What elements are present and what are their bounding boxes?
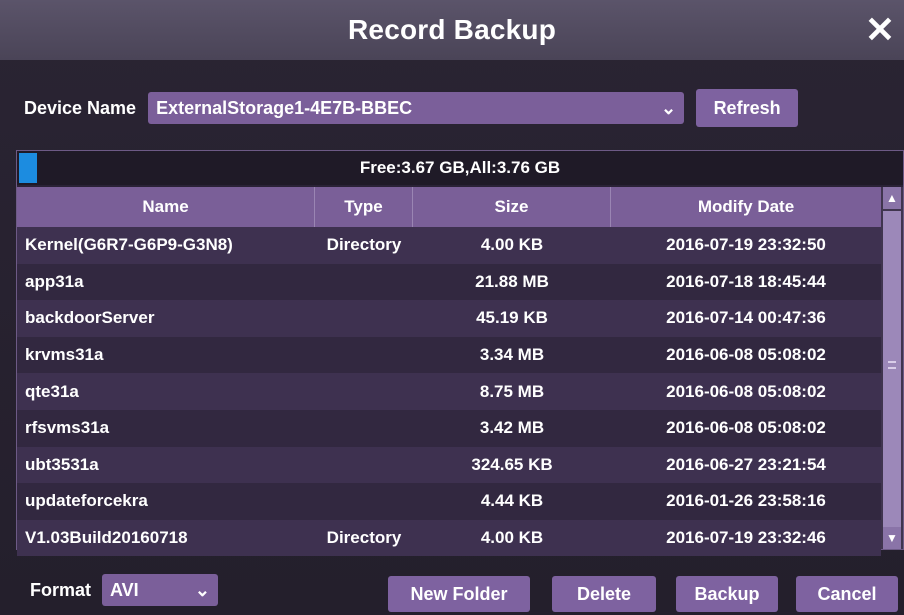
cell-date: 2016-06-08 05:08:02 bbox=[666, 381, 826, 401]
cell-date: 2016-07-14 00:47:36 bbox=[666, 308, 826, 328]
cell-type bbox=[315, 300, 413, 337]
chevron-down-icon: ⌄ bbox=[660, 97, 677, 118]
table-row[interactable]: backdoorServer 45.19 KB 2016-07-14 00:47… bbox=[17, 300, 881, 337]
dialog-title: Record Backup bbox=[348, 14, 556, 45]
storage-text: Free:3.67 GB,All:3.76 GB bbox=[359, 158, 561, 177]
scrollbar-thumb[interactable] bbox=[883, 211, 901, 527]
cell-name: updateforcekra bbox=[25, 491, 148, 511]
cell-size: 45.19 KB bbox=[476, 308, 548, 328]
format-value: AVI bbox=[110, 579, 139, 600]
column-header-name[interactable]: Name bbox=[17, 187, 315, 227]
cell-name: app31a bbox=[25, 271, 84, 291]
cell-type bbox=[315, 483, 413, 520]
device-name-select[interactable]: ExternalStorage1-4E7B-BBEC ⌄ bbox=[148, 92, 685, 124]
cell-size: 3.34 MB bbox=[479, 345, 545, 365]
cell-date: 2016-06-08 05:08:02 bbox=[666, 418, 826, 438]
cell-date: 2016-06-08 05:08:02 bbox=[666, 345, 826, 365]
device-name-label: Device Name bbox=[24, 97, 137, 118]
close-button[interactable]: ✕ bbox=[862, 9, 898, 50]
table-row[interactable]: ubt3531a 324.65 KB 2016-06-27 23:21:54 bbox=[17, 446, 881, 484]
cell-name: qte31a bbox=[25, 381, 79, 401]
cell-name: ubt3531a bbox=[25, 454, 99, 474]
cell-date: 2016-01-26 23:58:16 bbox=[666, 491, 826, 511]
cell-name: Kernel(G6R7-G6P9-G3N8) bbox=[25, 235, 233, 255]
cell-date: 2016-06-27 23:21:54 bbox=[666, 454, 826, 474]
cell-size: 4.00 KB bbox=[480, 528, 544, 548]
device-name-value: ExternalStorage1-4E7B-BBEC bbox=[156, 97, 413, 118]
cell-size: 324.65 KB bbox=[471, 454, 553, 474]
backup-button[interactable]: Backup bbox=[676, 576, 778, 612]
table-row[interactable]: V1.03Build20160718 Directory 4.00 KB 201… bbox=[17, 519, 881, 557]
scroll-up-arrow-icon[interactable]: ▲ bbox=[883, 187, 901, 209]
footer-bar: Format AVI ⌄ New Folder Delete Backup Ca… bbox=[0, 570, 904, 612]
cell-size: 3.42 MB bbox=[479, 418, 545, 438]
table-body: Kernel(G6R7-G6P9-G3N8) Directory 4.00 KB… bbox=[17, 227, 881, 557]
cell-date: 2016-07-18 18:45:44 bbox=[666, 271, 826, 291]
table-row[interactable]: Kernel(G6R7-G6P9-G3N8) Directory 4.00 KB… bbox=[17, 227, 881, 264]
cell-size: 8.75 MB bbox=[479, 381, 545, 401]
cell-size: 4.00 KB bbox=[480, 235, 544, 255]
table-header: Name Type Size Modify Date bbox=[17, 187, 881, 227]
cell-type bbox=[315, 410, 413, 447]
cell-name: V1.03Build20160718 bbox=[25, 528, 188, 548]
cell-type bbox=[315, 373, 413, 410]
cell-type bbox=[315, 337, 413, 374]
cell-type: Directory bbox=[326, 235, 402, 255]
new-folder-button[interactable]: New Folder bbox=[388, 576, 530, 612]
column-header-size[interactable]: Size bbox=[413, 187, 611, 227]
cell-size: 21.88 MB bbox=[475, 271, 549, 291]
cell-name: krvms31a bbox=[25, 345, 104, 365]
grip-icon bbox=[888, 361, 896, 369]
table-row[interactable]: rfsvms31a 3.42 MB 2016-06-08 05:08:02 bbox=[17, 409, 881, 447]
cell-date: 2016-07-19 23:32:50 bbox=[666, 235, 826, 255]
cell-name: rfsvms31a bbox=[25, 418, 110, 438]
record-backup-dialog: Record Backup ✕ Device Name ExternalStor… bbox=[0, 0, 904, 615]
table-row[interactable]: qte31a 8.75 MB 2016-06-08 05:08:02 bbox=[17, 373, 881, 410]
table-row[interactable]: updateforcekra 4.44 KB 2016-01-26 23:58:… bbox=[17, 483, 881, 520]
storage-bar: Free:3.67 GB,All:3.76 GB bbox=[17, 151, 903, 185]
chevron-down-icon: ⌄ bbox=[194, 579, 210, 600]
table-scrollbar[interactable]: ▲ ▼ bbox=[881, 187, 903, 549]
cancel-button[interactable]: Cancel bbox=[796, 576, 898, 612]
cell-date: 2016-07-19 23:32:46 bbox=[666, 528, 826, 548]
refresh-button[interactable]: Refresh bbox=[696, 89, 799, 127]
file-table: Free:3.67 GB,All:3.76 GB Name Type Size … bbox=[16, 150, 904, 557]
device-row: Device Name ExternalStorage1-4E7B-BBEC ⌄… bbox=[24, 89, 799, 127]
cell-type bbox=[315, 264, 413, 301]
close-icon: ✕ bbox=[864, 9, 896, 50]
titlebar: Record Backup ✕ bbox=[0, 0, 904, 60]
column-header-modify-date[interactable]: Modify Date bbox=[611, 187, 881, 227]
format-select[interactable]: AVI ⌄ bbox=[102, 574, 218, 606]
format-label: Format bbox=[30, 580, 92, 600]
cell-size: 4.44 KB bbox=[480, 491, 544, 511]
cell-name: backdoorServer bbox=[25, 308, 155, 328]
scroll-down-arrow-icon[interactable]: ▼ bbox=[883, 527, 901, 549]
table-row[interactable]: krvms31a 3.34 MB 2016-06-08 05:08:02 bbox=[17, 336, 881, 374]
column-header-type[interactable]: Type bbox=[315, 187, 413, 227]
delete-button[interactable]: Delete bbox=[552, 576, 656, 612]
cell-type: Directory bbox=[326, 528, 402, 548]
cell-type bbox=[315, 447, 413, 484]
table-row[interactable]: app31a 21.88 MB 2016-07-18 18:45:44 bbox=[17, 263, 881, 301]
